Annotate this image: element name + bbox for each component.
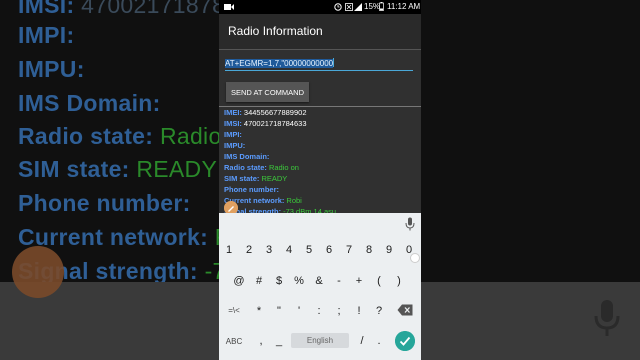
key-more-symbols[interactable]: =\< (223, 299, 245, 323)
info-row-imsi: IMSI: 470021718784633 (224, 119, 307, 128)
clock: 11:12 AM (387, 2, 421, 11)
signal-icon (354, 3, 362, 11)
bg-line-phone-number: Phone number: (18, 190, 191, 216)
key-double-quote[interactable]: " (269, 299, 289, 323)
key-single-quote[interactable]: ' (289, 299, 309, 323)
key-6[interactable]: 6 (319, 238, 339, 262)
space-key[interactable]: English (291, 333, 349, 348)
key-8[interactable]: 8 (359, 238, 379, 262)
bg-line-ims-domain: IMS Domain: (18, 90, 161, 116)
key-period[interactable]: . (369, 331, 389, 355)
key-question[interactable]: ? (369, 299, 389, 323)
key-4[interactable]: 4 (279, 238, 299, 262)
page-title: Radio Information (228, 24, 323, 38)
keyboard-row-bottom: ABC , _ English / . (219, 331, 421, 355)
info-row-current-network: Current network: Robi (224, 196, 302, 205)
send-at-command-button[interactable]: SEND AT COMMAND (226, 82, 309, 102)
bg-brush-icon (12, 246, 64, 298)
key-close-paren[interactable]: ) (389, 269, 409, 293)
app-bar: Radio Information (219, 14, 421, 50)
key-dollar[interactable]: $ (269, 269, 289, 293)
info-row-radio-state: Radio state: Radio on (224, 163, 299, 172)
bg-line-impu: IMPU: (18, 56, 85, 82)
key-semicolon[interactable]: ; (329, 299, 349, 323)
backspace-icon[interactable] (397, 304, 413, 316)
key-open-paren[interactable]: ( (369, 269, 389, 293)
key-underscore[interactable]: _ (269, 331, 289, 355)
status-bar: 15% 11:12 AM (219, 0, 421, 14)
phone-screen: 15% 11:12 AM Radio Information AT+EGMR=1… (219, 0, 421, 360)
at-command-input[interactable]: AT+EGMR=1,7,"00000000000 (225, 55, 413, 71)
battery-percent: 15% (364, 2, 381, 11)
key-colon[interactable]: : (309, 299, 329, 323)
key-ampersand[interactable]: & (309, 269, 329, 293)
keyboard-row-symbols: @ # $ % & - + ( ) (219, 269, 421, 293)
keyboard-handle[interactable] (410, 253, 420, 263)
key-9[interactable]: 9 (379, 238, 399, 262)
key-abc[interactable]: ABC (223, 331, 245, 355)
key-at[interactable]: @ (229, 269, 249, 293)
bg-line-sim-state: SIM state: READY (18, 156, 218, 182)
video-camera-icon (224, 4, 234, 10)
alarm-icon (334, 3, 342, 11)
bg-line-current-network: Current network: R (18, 224, 231, 250)
info-row-impu: IMPU: (224, 141, 246, 150)
info-row-ims-domain: IMS Domain: (224, 152, 270, 161)
key-percent[interactable]: % (289, 269, 309, 293)
bg-line-radio-state: Radio state: Radio (18, 123, 222, 149)
keyboard-row-numbers: 1 2 3 4 5 6 7 8 9 0 (219, 238, 421, 262)
key-asterisk[interactable]: * (249, 299, 269, 323)
battery-icon (379, 2, 384, 11)
key-minus[interactable]: - (329, 269, 349, 293)
info-row-phone-number: Phone number: (224, 185, 280, 194)
sim-x-icon (345, 3, 353, 11)
enter-check-icon[interactable] (395, 331, 415, 351)
info-row-imei: IMEI: 344556677889902 (224, 108, 307, 117)
keyboard-suggestion-bar (219, 213, 421, 234)
key-3[interactable]: 3 (259, 238, 279, 262)
info-row-sim-state: SIM state: READY (224, 174, 288, 183)
bg-line-impi: IMPI: (18, 22, 75, 48)
keyboard-row-punct: =\< * " ' : ; ! ? (219, 299, 421, 323)
info-row-impi: IMPI: (224, 130, 242, 139)
text-caret (333, 58, 335, 67)
key-comma[interactable]: , (251, 331, 271, 355)
mic-icon[interactable] (405, 217, 415, 231)
at-command-selected-text: AT+EGMR=1,7,"00000000000 (225, 59, 334, 68)
key-1[interactable]: 1 (219, 238, 239, 262)
soft-keyboard: 1 2 3 4 5 6 7 8 9 0 @ # $ % & - + ( ) =\… (219, 213, 421, 360)
key-plus[interactable]: + (349, 269, 369, 293)
key-hash[interactable]: # (249, 269, 269, 293)
bg-mic-icon (594, 300, 620, 336)
key-5[interactable]: 5 (299, 238, 319, 262)
bg-line-imsi: IMSI: 47002171878 (18, 0, 226, 18)
radio-info-list: IMEI: 344556677889902 IMSI: 47002171878463… (224, 107, 419, 217)
key-7[interactable]: 7 (339, 238, 359, 262)
key-exclaim[interactable]: ! (349, 299, 369, 323)
key-2[interactable]: 2 (239, 238, 259, 262)
